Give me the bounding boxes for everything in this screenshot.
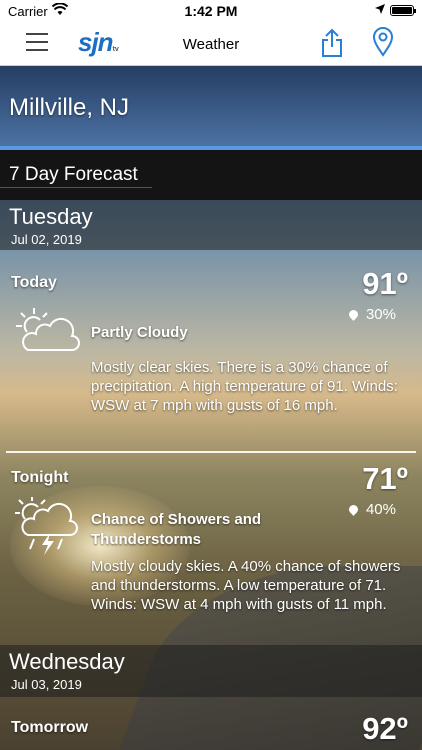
share-icon[interactable] — [320, 28, 344, 63]
day-header: Tuesday Jul 02, 2019 — [0, 200, 422, 250]
day-name: Tuesday — [9, 204, 93, 229]
day-name: Wednesday — [9, 649, 125, 674]
precip-chance: 30% — [347, 306, 396, 323]
raindrop-icon — [347, 503, 360, 516]
location-pin-icon[interactable] — [372, 27, 394, 62]
clock: 1:42 PM — [184, 3, 238, 19]
day-date: Jul 03, 2019 — [11, 677, 82, 692]
temperature: 71º — [362, 461, 408, 496]
status-bar: Carrier 1:42 PM — [0, 0, 422, 22]
forecast-period[interactable]: Today 91º 30% Partly Cloudy Mostly clear… — [0, 266, 422, 444]
location-services-icon — [374, 3, 386, 18]
page-title: Weather — [182, 36, 240, 53]
nav-bar: sjntv Weather — [0, 22, 422, 66]
location-name: Millville, NJ — [9, 94, 129, 121]
forecast-period[interactable]: Tomorrow 92º — [0, 711, 422, 750]
temperature: 91º — [362, 266, 408, 301]
forecast-header: 7 Day Forecast — [0, 150, 422, 200]
separator — [6, 451, 416, 453]
raindrop-icon — [347, 308, 360, 321]
day-date: Jul 02, 2019 — [11, 232, 82, 247]
precip-chance: 40% — [347, 501, 396, 518]
battery-icon — [390, 5, 416, 16]
temperature: 92º — [362, 711, 408, 746]
period-name: Today — [11, 274, 57, 291]
condition: Partly Cloudy — [91, 324, 188, 341]
period-name: Tonight — [11, 469, 69, 486]
forecast-period[interactable]: Tonight 71º 40% Chance of Showers and Th… — [0, 461, 422, 639]
partly-cloudy-icon — [14, 308, 80, 359]
day-header: Wednesday Jul 03, 2019 — [0, 645, 422, 697]
description: Mostly cloudy skies. A 40% chance of sho… — [91, 558, 401, 613]
description: Mostly clear skies. There is a 30% chanc… — [91, 359, 398, 414]
forecast-label: 7 Day Forecast — [9, 164, 138, 185]
thunderstorm-icon — [14, 496, 80, 562]
period-name: Tomorrow — [11, 719, 89, 736]
location-header: Millville, NJ — [0, 66, 422, 148]
condition: Chance of Showers and Thunderstorms — [91, 511, 262, 548]
